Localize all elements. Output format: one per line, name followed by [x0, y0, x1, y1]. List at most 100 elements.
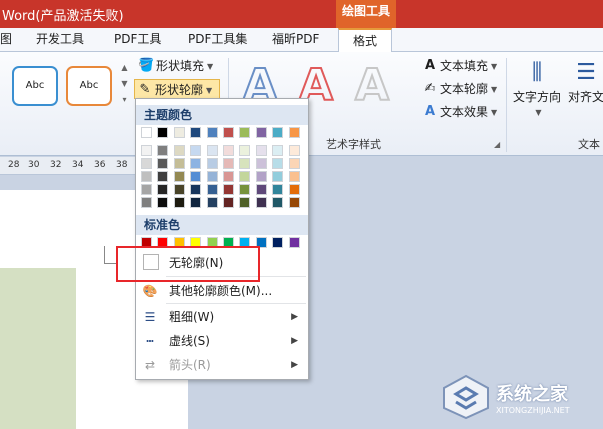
tab-pdf-tools[interactable]: PDF工具 [114, 28, 161, 52]
theme-shade-swatch[interactable] [190, 158, 202, 169]
text-effects-label: 文本效果 [440, 105, 489, 119]
theme-shade-swatch[interactable] [255, 158, 267, 169]
theme-shade-swatch[interactable] [272, 171, 284, 182]
text-direction-button[interactable]: ⫼ 文字方向 ▼ [510, 58, 564, 128]
wordart-style-gray[interactable]: A [346, 58, 398, 114]
ruler-tick: 36 [94, 160, 106, 170]
theme-color-swatch[interactable] [223, 127, 234, 138]
theme-shade-swatch[interactable] [206, 145, 218, 156]
dashes-menu-item[interactable]: ┅ 虚线(S) ▶ [136, 329, 308, 353]
theme-shade-swatch[interactable] [239, 171, 251, 182]
shape-fill-label: 形状填充 [156, 59, 205, 73]
dialog-launcher-icon[interactable]: ◢ [494, 140, 500, 149]
theme-shade-swatch[interactable] [173, 184, 185, 195]
standard-color-swatch[interactable] [288, 237, 300, 248]
theme-shade-swatch[interactable] [141, 184, 152, 195]
standard-color-swatch[interactable] [272, 237, 284, 248]
shape-outline-button[interactable]: ✎ 形状轮廓 ▼ [134, 79, 220, 99]
theme-shade-swatch[interactable] [272, 158, 284, 169]
theme-shade-swatch[interactable] [288, 197, 300, 208]
text-fill-button[interactable]: A 文本填充 ▼ [420, 56, 497, 76]
theme-shade-swatch[interactable] [190, 171, 202, 182]
align-text-button[interactable]: ☰ 对齐文 [562, 58, 603, 128]
theme-shade-swatch[interactable] [239, 197, 251, 208]
weight-menu-item[interactable]: ☰ 粗细(W) ▶ [136, 305, 308, 329]
theme-shade-swatch[interactable] [239, 184, 251, 195]
tab-developer-tools[interactable]: 开发工具 [36, 28, 84, 52]
theme-shade-swatch[interactable] [288, 171, 300, 182]
theme-shade-swatch[interactable] [206, 171, 218, 182]
wordart-styles-group-label: 艺术字样式 [326, 138, 381, 151]
theme-shade-swatch[interactable] [141, 197, 152, 208]
theme-shade-swatch[interactable] [255, 145, 267, 156]
theme-shade-swatch[interactable] [288, 145, 300, 156]
theme-shade-swatch[interactable] [173, 145, 185, 156]
theme-color-swatch[interactable] [255, 127, 267, 138]
theme-shade-swatch[interactable] [239, 158, 251, 169]
theme-color-swatch[interactable] [173, 127, 185, 138]
tab-format[interactable]: 格式 [338, 28, 393, 53]
theme-shade-swatch[interactable] [141, 158, 152, 169]
theme-shade-swatch[interactable] [288, 158, 300, 169]
theme-shade-swatch[interactable] [223, 184, 234, 195]
theme-shade-swatch[interactable] [272, 197, 284, 208]
theme-shade-swatch[interactable] [206, 197, 218, 208]
arrows-menu-item[interactable]: ⇄ 箭头(R) ▶ [136, 353, 308, 377]
theme-color-swatch[interactable] [288, 127, 300, 138]
theme-shade-swatch[interactable] [157, 171, 169, 182]
theme-shade-swatch[interactable] [223, 145, 234, 156]
theme-shade-swatch[interactable] [173, 171, 185, 182]
arrows-label: 箭头(R) [169, 358, 211, 372]
theme-color-swatch[interactable] [141, 127, 152, 138]
text-outline-label: 文本轮廓 [440, 82, 489, 96]
theme-shade-swatch[interactable] [206, 184, 218, 195]
theme-color-swatch[interactable] [239, 127, 251, 138]
theme-shade-swatch[interactable] [157, 158, 169, 169]
theme-shade-swatch[interactable] [239, 145, 251, 156]
arrow-style-icon: ⇄ [144, 358, 156, 372]
theme-color-swatch[interactable] [272, 127, 284, 138]
theme-color-swatch[interactable] [190, 127, 202, 138]
dropdown-caret-icon: ▼ [491, 61, 498, 71]
theme-shade-swatch[interactable] [190, 184, 202, 195]
theme-shade-swatch[interactable] [190, 145, 202, 156]
theme-color-swatch[interactable] [206, 127, 218, 138]
more-outline-colors-menu-item[interactable]: 🎨 其他轮廓颜色(M)... [136, 279, 308, 303]
text-effects-button[interactable]: A 文本效果 ▼ [420, 102, 497, 122]
pencil-outline-icon: ✎ [139, 82, 151, 97]
no-outline-highlight-box [116, 246, 260, 282]
theme-shade-swatch[interactable] [157, 145, 169, 156]
theme-shade-swatch[interactable] [272, 184, 284, 195]
theme-shade-swatch[interactable] [223, 158, 234, 169]
submenu-arrow-icon: ▶ [291, 336, 298, 346]
theme-shade-swatch[interactable] [173, 197, 185, 208]
tab-view[interactable]: 图 [0, 28, 12, 52]
shape-style-blue[interactable]: Abc [12, 66, 58, 106]
theme-shade-swatch[interactable] [288, 184, 300, 195]
more-outline-colors-label: 其他轮廓颜色(M)... [169, 284, 273, 298]
selected-shape[interactable] [0, 268, 76, 429]
theme-shade-swatch[interactable] [157, 184, 169, 195]
theme-color-swatch[interactable] [157, 127, 169, 138]
theme-shade-swatch[interactable] [173, 158, 185, 169]
theme-shade-swatch[interactable] [255, 171, 267, 182]
title-bar: Word(产品激活失败) [0, 0, 603, 28]
theme-shade-swatch[interactable] [223, 197, 234, 208]
shape-fill-button[interactable]: 🪣 形状填充 ▼ [136, 56, 213, 76]
theme-shade-swatch[interactable] [206, 158, 218, 169]
tab-foxit-pdf[interactable]: 福昕PDF [272, 28, 319, 52]
theme-shade-swatch[interactable] [255, 197, 267, 208]
theme-shade-swatch[interactable] [157, 197, 169, 208]
tab-pdf-toolset[interactable]: PDF工具集 [188, 28, 247, 52]
theme-shade-swatch[interactable] [141, 145, 152, 156]
text-outline-button[interactable]: ✍ 文本轮廓 ▼ [420, 79, 498, 99]
theme-shade-swatch[interactable] [141, 171, 152, 182]
shape-style-orange[interactable]: Abc [66, 66, 112, 106]
theme-shade-swatch[interactable] [223, 171, 234, 182]
theme-shade-swatch[interactable] [272, 145, 284, 156]
text-direction-label: 文字方向 [512, 90, 561, 104]
gallery-scroll[interactable]: ▲ ▼ ▾ [120, 60, 129, 108]
theme-shade-swatch[interactable] [255, 184, 267, 195]
theme-shade-swatch[interactable] [190, 197, 202, 208]
ruler-tick: 30 [28, 160, 40, 170]
